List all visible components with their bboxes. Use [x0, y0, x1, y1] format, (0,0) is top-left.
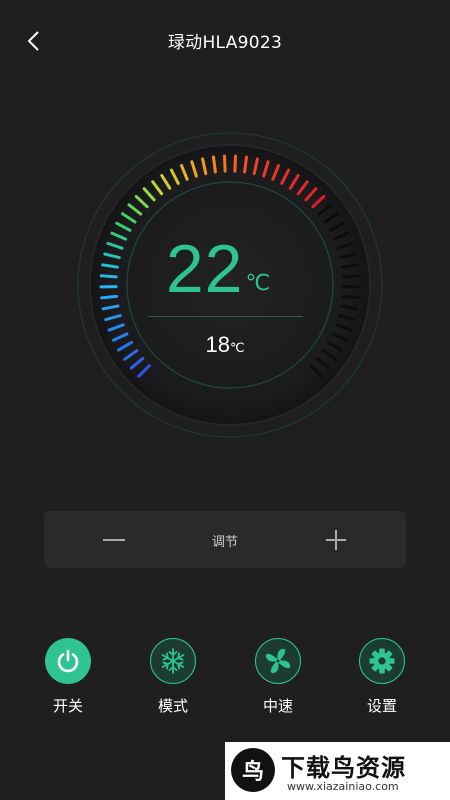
watermark: 鸟 下载鸟资源 www.xiazainiao.com	[225, 742, 450, 800]
temperature-dial[interactable]	[75, 130, 385, 440]
dial-body	[89, 144, 371, 426]
settings-button[interactable]	[359, 638, 405, 684]
control-bar: 开关 模式 中速 设置	[0, 638, 450, 728]
dial-tick	[99, 274, 118, 279]
power-icon	[57, 649, 79, 673]
current-temperature-value: 18	[205, 332, 230, 357]
increase-button[interactable]	[316, 525, 356, 555]
header: 琭动HLA9023	[0, 0, 450, 80]
plus-icon	[326, 530, 346, 550]
dial-tick	[341, 294, 360, 300]
snowflake-icon	[159, 648, 187, 674]
dial-tick	[211, 155, 217, 174]
dial-tick	[243, 155, 249, 174]
settings-label: 设置	[366, 697, 397, 715]
dial-tick	[222, 154, 227, 173]
page-title: 琭动HLA9023	[167, 33, 283, 53]
mode-control[interactable]: 模式	[133, 638, 213, 716]
fan-speed-control[interactable]: 中速	[238, 638, 318, 716]
current-temperature: 18℃	[0, 332, 450, 358]
fan-speed-label: 中速	[262, 697, 293, 715]
watermark-logo: 鸟	[231, 748, 275, 792]
power-button[interactable]	[45, 638, 91, 684]
mode-button[interactable]	[150, 638, 196, 684]
dial-tick	[100, 294, 119, 300]
mode-label: 模式	[157, 697, 188, 715]
power-label: 开关	[52, 697, 83, 715]
dial-graphic	[77, 132, 383, 438]
watermark-url: www.xiazainiao.com	[287, 780, 399, 793]
dial-divider	[148, 316, 303, 317]
power-control[interactable]: 开关	[28, 638, 108, 716]
fan-icon	[265, 648, 291, 674]
fan-speed-button[interactable]	[255, 638, 301, 684]
dial-tick	[233, 154, 238, 173]
adjust-bar: 调节	[44, 511, 406, 568]
watermark-title: 下载鸟资源	[281, 754, 406, 782]
gear-icon	[369, 648, 395, 674]
settings-control[interactable]: 设置	[342, 638, 422, 716]
dial-tick	[342, 274, 361, 279]
current-temperature-unit: ℃	[229, 340, 245, 355]
